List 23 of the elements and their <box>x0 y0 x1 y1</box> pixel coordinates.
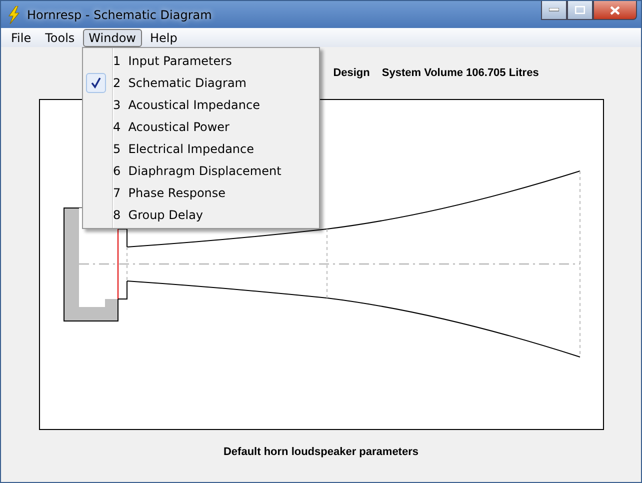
menu-option[interactable]: 6 Diaphragm Displacement <box>83 160 319 182</box>
header-text: Design <box>333 67 370 79</box>
menu-item[interactable]: Window <box>82 28 142 46</box>
maximize-button[interactable] <box>567 1 593 20</box>
minimize-icon <box>549 8 559 12</box>
menu-option[interactable]: 1 Input Parameters <box>83 50 319 72</box>
window-title: Hornresp - Schematic Diagram <box>27 8 213 22</box>
menu-option[interactable]: 2 Schematic Diagram <box>83 72 319 94</box>
maximize-icon <box>575 6 585 14</box>
menu-item[interactable]: File <box>5 28 38 46</box>
lightning-icon <box>7 6 21 24</box>
header-text: System Volume 106.705 Litres <box>382 67 539 79</box>
menu-option[interactable]: 4 Acoustical Power <box>83 116 319 138</box>
menu-option[interactable]: 7 Phase Response <box>83 182 319 204</box>
menu-option[interactable]: 5 Electrical Impedance <box>83 138 319 160</box>
menu-item[interactable]: Tools <box>39 28 81 46</box>
menu-option[interactable]: 8 Group Delay <box>83 204 319 226</box>
menu-item[interactable]: Help <box>144 28 184 46</box>
caption: Default horn loudspeaker parameters <box>223 446 418 458</box>
close-button[interactable] <box>593 1 637 20</box>
minimize-button[interactable] <box>541 1 567 20</box>
menu-option[interactable]: 3 Acoustical Impedance <box>83 94 319 116</box>
close-icon <box>610 6 620 14</box>
